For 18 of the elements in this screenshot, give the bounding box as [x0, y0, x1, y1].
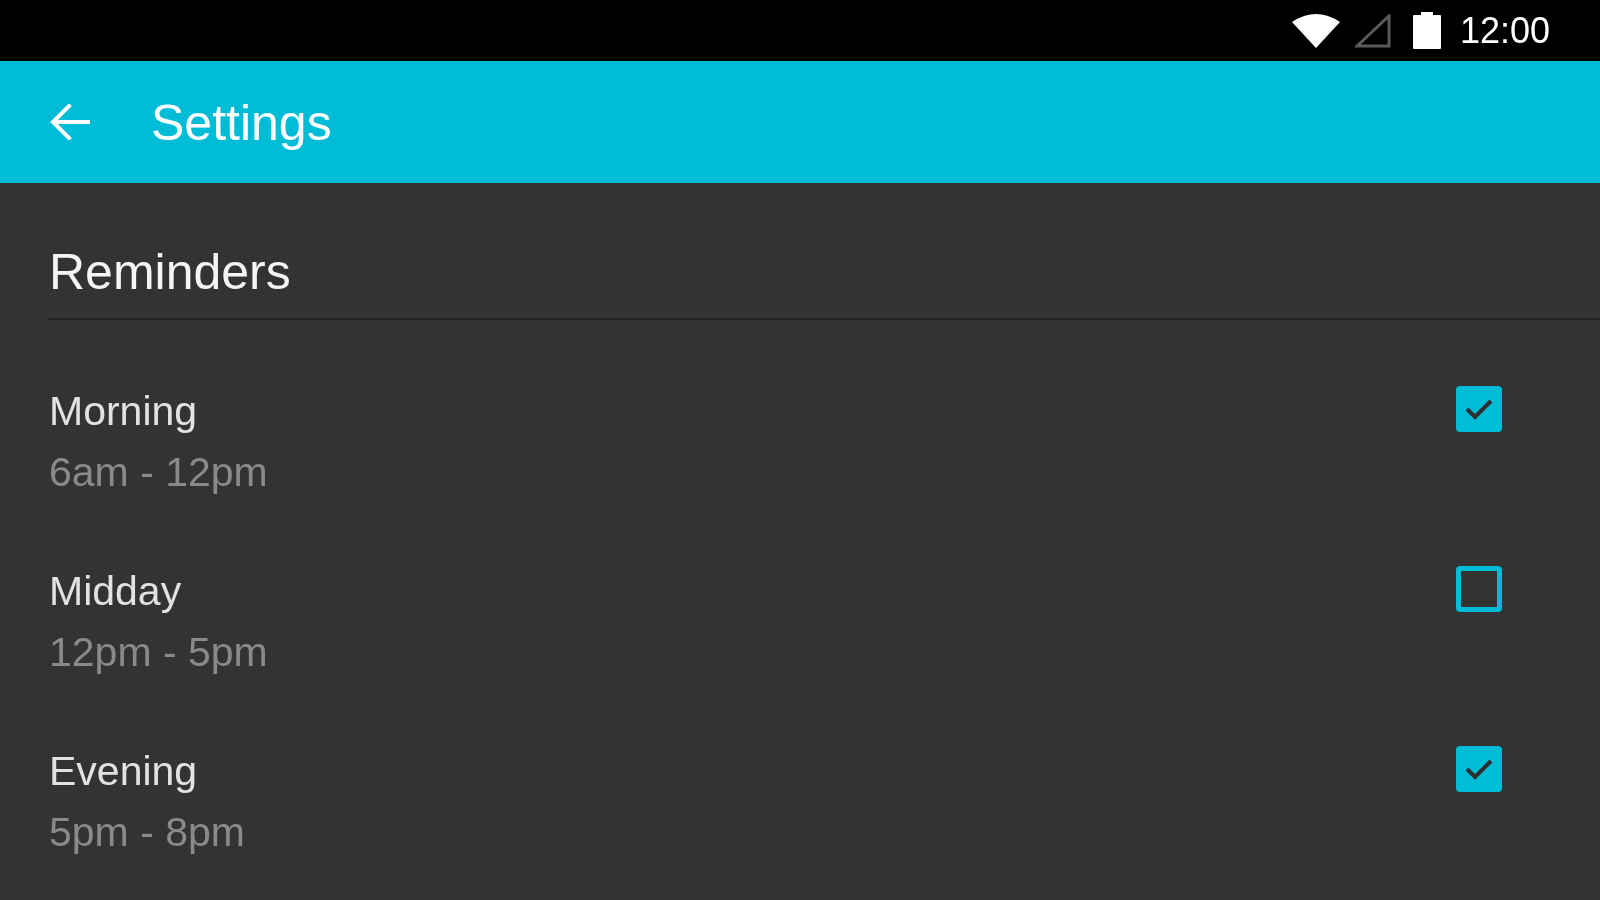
battery-icon: [1412, 12, 1441, 49]
checkmark-icon: [1465, 758, 1493, 780]
reminder-title: Midday: [49, 567, 182, 616]
back-arrow-icon: [50, 104, 90, 140]
reminder-time-range: 5pm - 8pm: [49, 808, 245, 857]
checkbox[interactable]: [1456, 746, 1502, 792]
wifi-icon: [1291, 13, 1340, 48]
reminder-time-range: 12pm - 5pm: [49, 628, 268, 677]
checkbox[interactable]: [1456, 566, 1502, 612]
checkmark-icon: [1465, 398, 1493, 420]
signal-icon: [1354, 13, 1391, 48]
reminder-time-range: 6am - 12pm: [49, 448, 268, 497]
app-bar-title: Settings: [151, 94, 332, 153]
checkbox[interactable]: [1456, 386, 1502, 432]
clock-time: 12:00: [1459, 9, 1550, 52]
section-heading: Reminders: [49, 243, 291, 302]
reminder-title: Morning: [49, 387, 198, 436]
reminder-title: Evening: [49, 747, 198, 796]
